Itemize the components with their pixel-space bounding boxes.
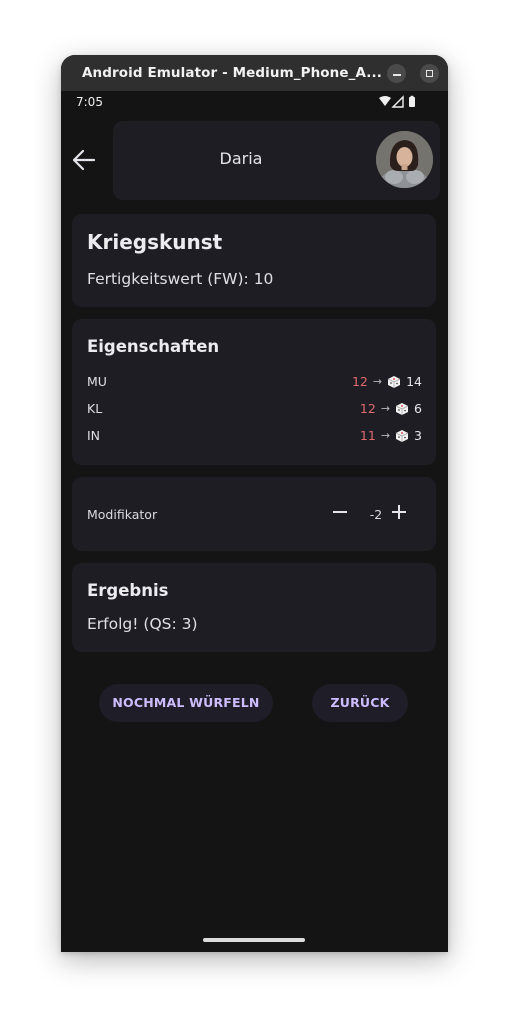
decrease-modifier-button[interactable] — [325, 497, 355, 527]
status-time: 7:05 — [76, 95, 103, 109]
character-name: Daria — [219, 149, 263, 168]
wifi-icon — [379, 96, 391, 106]
result-card: Ergebnis Erfolg! (QS: 3) — [72, 563, 436, 652]
emulator-window: Android Emulator - Medium_Phone_A... 7:0… — [61, 55, 448, 952]
avatar-portrait — [376, 131, 433, 188]
gesture-navigation-bar[interactable] — [203, 938, 305, 942]
attribute-name: KL — [87, 401, 103, 416]
window-title: Android Emulator - Medium_Phone_A... — [82, 65, 382, 81]
dice-roll: 3 — [414, 428, 422, 443]
minimize-icon — [393, 74, 401, 76]
modifier-card: Modifikator -2 — [72, 477, 436, 551]
battery-icon — [409, 97, 415, 107]
minus-icon — [333, 511, 347, 513]
attribute-name: IN — [87, 428, 101, 443]
character-header: Daria — [113, 121, 440, 200]
skill-card: Kriegskunst Fertigkeitswert (FW): 10 — [72, 214, 436, 307]
dice-icon — [395, 402, 409, 415]
minimize-button[interactable] — [387, 64, 406, 83]
skill-value: Fertigkeitswert (FW): 10 — [87, 270, 274, 288]
status-bar: 7:05 — [61, 91, 448, 115]
back-button[interactable]: ZURÜCK — [312, 684, 408, 722]
signal-icon — [391, 95, 404, 108]
result-title: Ergebnis — [87, 581, 169, 600]
attribute-row: IN 11 → 3 — [87, 428, 422, 446]
window-titlebar: Android Emulator - Medium_Phone_A... — [61, 55, 448, 91]
character-avatar[interactable] — [376, 131, 433, 188]
app-screen: 7:05 Daria Kriegskunst Fertigkeitswert (… — [61, 91, 448, 952]
arrow-icon: → — [380, 429, 391, 442]
arrow-icon: → — [372, 375, 383, 388]
modifier-label: Modifikator — [87, 507, 158, 522]
attribute-name: MU — [87, 374, 107, 389]
attribute-values: 11 → 3 — [360, 428, 422, 443]
attribute-values: 12 → 14 — [352, 374, 422, 389]
attribute-values: 12 → 6 — [360, 401, 422, 416]
dice-roll: 14 — [406, 374, 422, 389]
attribute-row: MU 12 → 14 — [87, 374, 422, 392]
dice-roll: 6 — [414, 401, 422, 416]
dice-icon — [395, 429, 409, 442]
attribute-row: KL 12 → 6 — [87, 401, 422, 419]
attribute-value: 12 — [351, 374, 368, 389]
attributes-title: Eigenschaften — [87, 337, 220, 356]
arrow-icon: → — [380, 402, 391, 415]
modifier-value: -2 — [369, 507, 383, 522]
maximize-icon — [426, 70, 433, 77]
skill-name: Kriegskunst — [87, 230, 223, 254]
attribute-value: 11 — [359, 428, 376, 443]
attributes-card: Eigenschaften MU 12 → 14 KL 12 → 6 IN 11… — [72, 319, 436, 465]
status-icons — [379, 95, 415, 108]
dice-icon — [387, 375, 401, 388]
maximize-button[interactable] — [420, 64, 439, 83]
attribute-value: 12 — [359, 401, 376, 416]
back-arrow-icon[interactable] — [71, 149, 97, 171]
increase-modifier-button[interactable] — [384, 497, 414, 527]
reroll-button[interactable]: NOCHMAL WÜRFELN — [99, 684, 273, 722]
result-text: Erfolg! (QS: 3) — [87, 615, 198, 633]
